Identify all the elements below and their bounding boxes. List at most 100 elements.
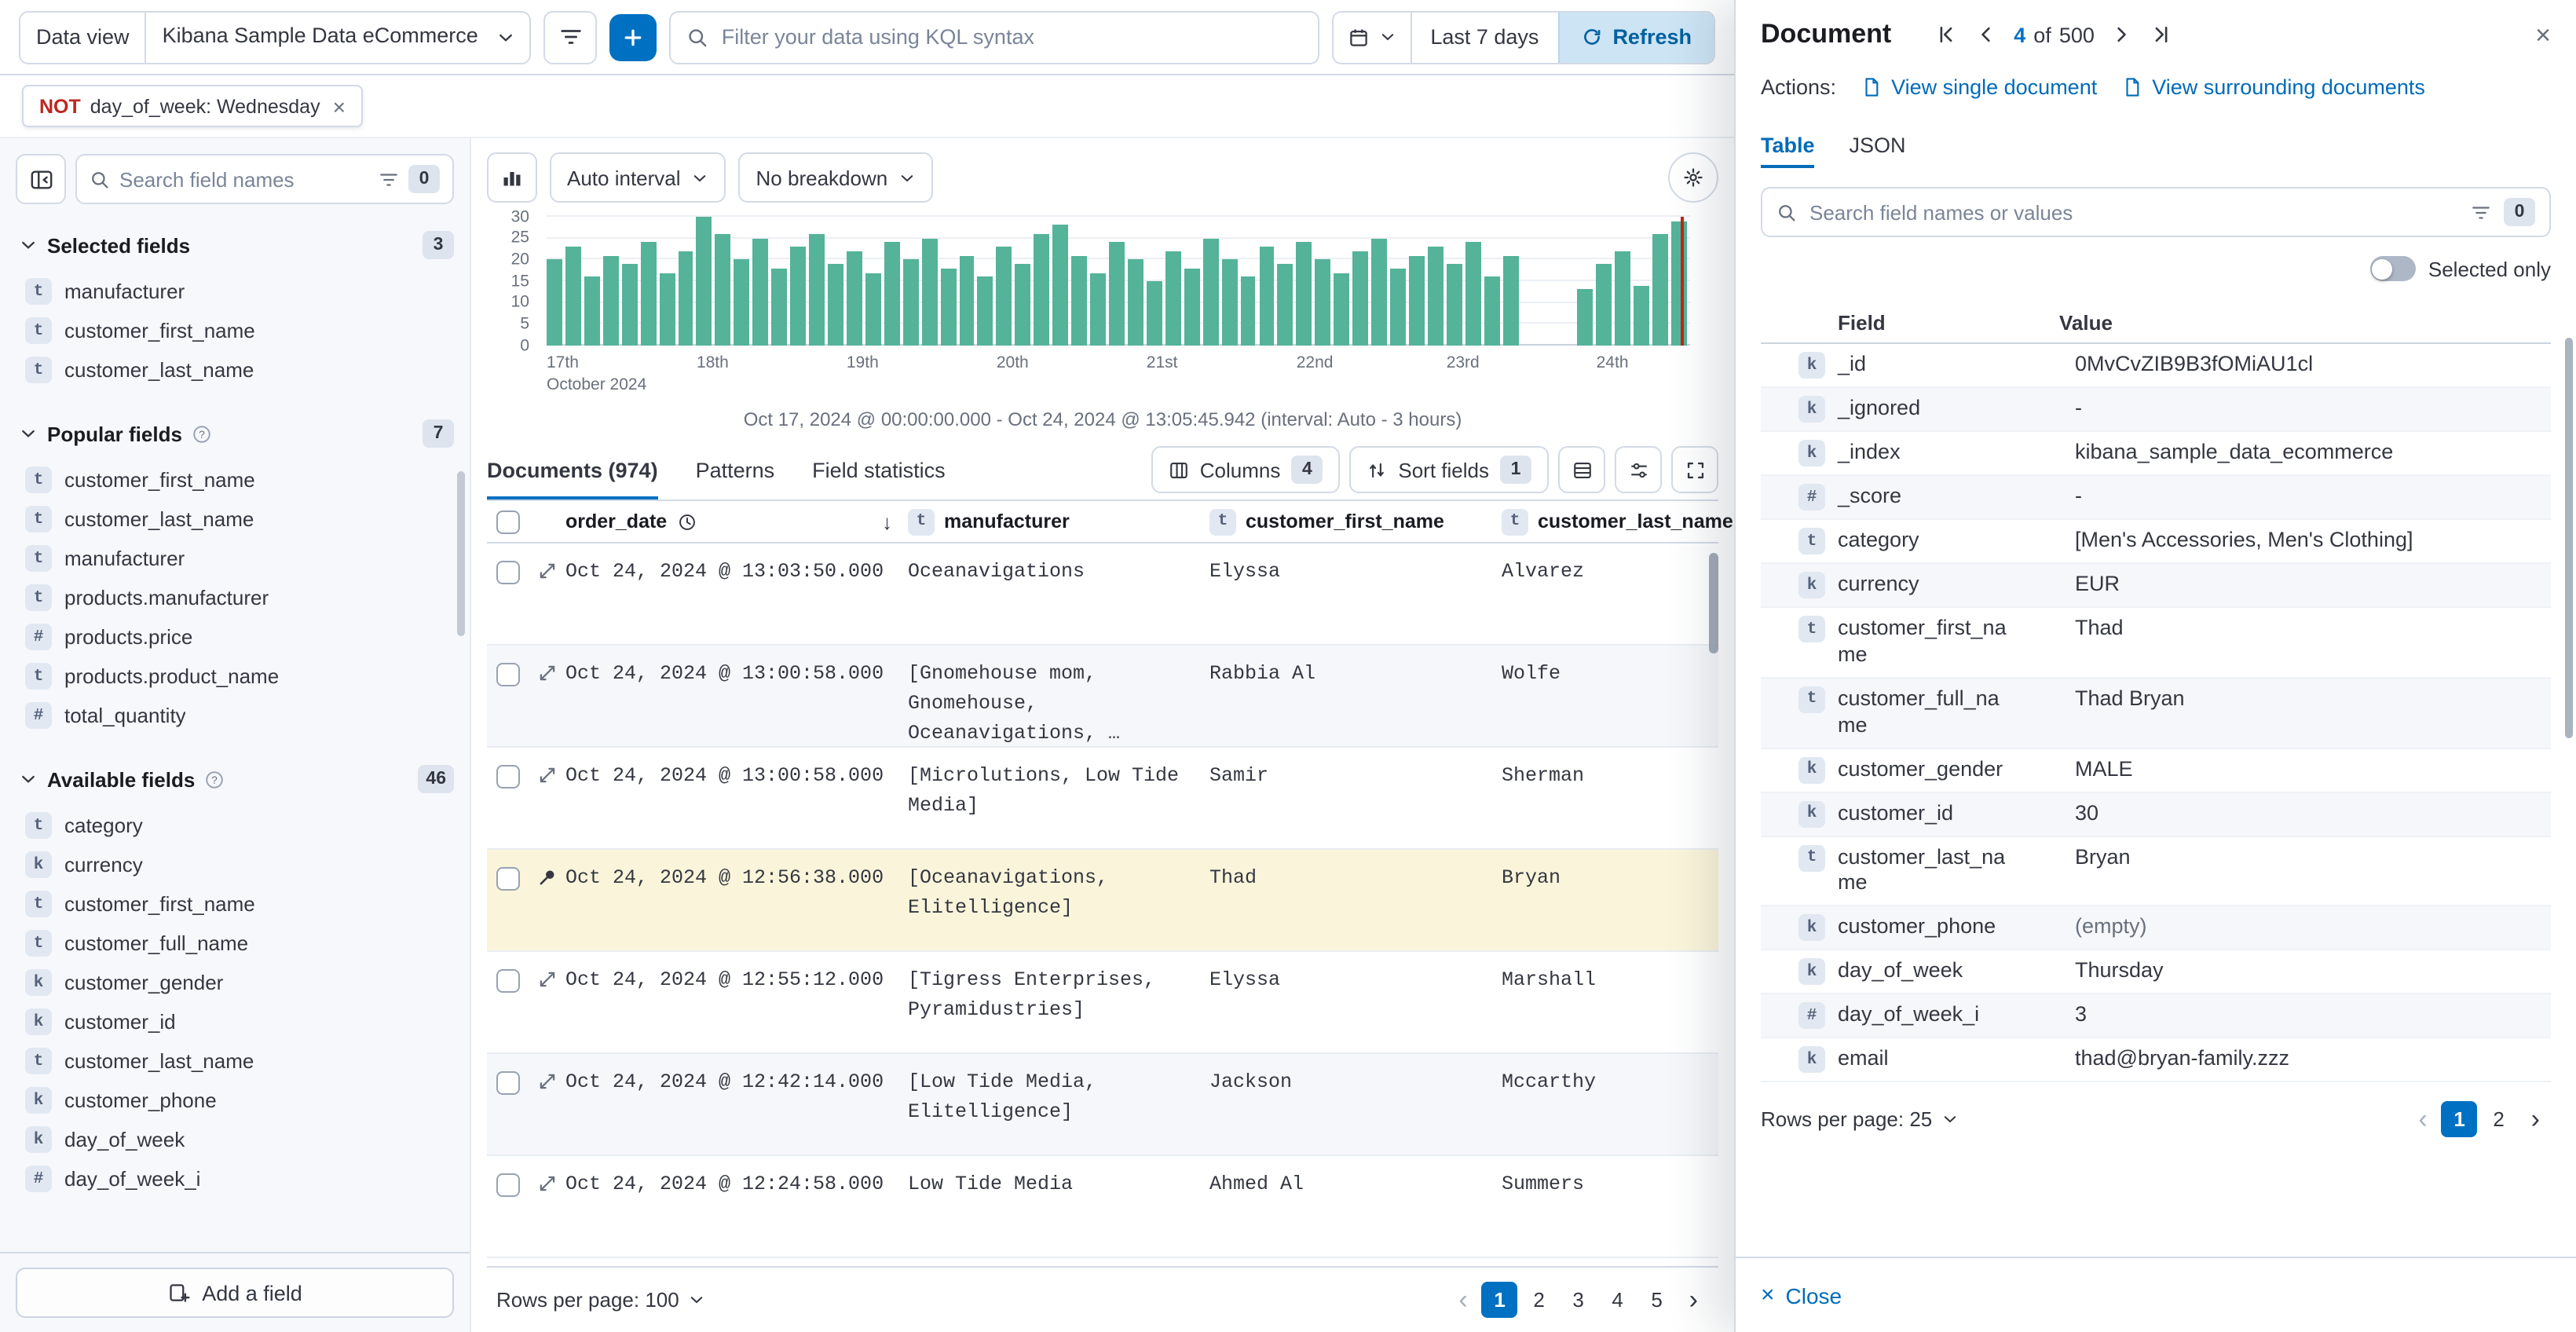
previous-document-button[interactable]: [1974, 24, 1996, 46]
row-checkbox[interactable]: [496, 1173, 519, 1197]
pagination-next-button[interactable]: ›: [2520, 1107, 2551, 1133]
doc-field-cell[interactable]: tcustomer_last_name: [1761, 844, 2059, 898]
tab-field-statistics[interactable]: Field statistics: [812, 440, 946, 500]
doc-field-cell[interactable]: kcustomer_phone: [1761, 915, 2059, 942]
select-all-checkbox[interactable]: [487, 510, 528, 533]
column-header-manufacturer[interactable]: t manufacturer: [908, 508, 1209, 535]
field-item[interactable]: tcustomer_last_name: [19, 350, 454, 390]
expand-document-button[interactable]: [536, 1071, 557, 1092]
filter-icon-button[interactable]: [544, 10, 598, 64]
field-item[interactable]: #products.price: [19, 617, 454, 657]
row-density-button[interactable]: [1558, 446, 1605, 493]
pagination-page-2[interactable]: 2: [1521, 1282, 1557, 1318]
close-flyout-button[interactable]: × Close: [1761, 1282, 1842, 1308]
pagination-page-3[interactable]: 3: [1561, 1282, 1597, 1318]
doc-field-cell[interactable]: k_index: [1761, 440, 2059, 467]
add-field-button[interactable]: Add a field: [16, 1268, 454, 1318]
doc-field-cell[interactable]: kday_of_week: [1761, 959, 2059, 986]
pagination-page-4[interactable]: 4: [1600, 1282, 1636, 1318]
collapse-sidebar-button[interactable]: [16, 154, 66, 204]
chart-options-button[interactable]: [1668, 152, 1718, 203]
next-document-button[interactable]: [2112, 24, 2134, 46]
field-group-header[interactable]: Popular fields?7: [19, 415, 454, 452]
doc-field-cell[interactable]: tcategory: [1761, 528, 2059, 554]
field-item[interactable]: tproducts.manufacturer: [19, 578, 454, 617]
doc-field-cell[interactable]: #day_of_week_i: [1761, 1003, 2059, 1030]
expand-document-button[interactable]: [536, 1173, 557, 1194]
view-surrounding-documents-link[interactable]: View surrounding documents: [2122, 75, 2425, 99]
flyout-scrollbar[interactable]: [2565, 338, 2573, 738]
remove-filter-icon[interactable]: ×: [333, 95, 346, 117]
row-checkbox[interactable]: [496, 867, 519, 891]
row-checkbox[interactable]: [496, 969, 519, 993]
expand-document-button[interactable]: [536, 969, 557, 990]
field-item[interactable]: tcustomer_last_name: [19, 500, 454, 539]
sort-descending-icon[interactable]: ↓: [882, 510, 892, 533]
pagination-previous-button[interactable]: ‹: [2407, 1107, 2438, 1133]
row-checkbox[interactable]: [496, 561, 519, 584]
field-item[interactable]: kcustomer_phone: [19, 1081, 454, 1120]
tab-documents[interactable]: Documents (974): [487, 440, 658, 500]
sidebar-scrollbar[interactable]: [457, 471, 465, 636]
last-document-button[interactable]: [2151, 24, 2173, 46]
add-filter-button[interactable]: [610, 13, 657, 60]
field-search-input[interactable]: Search field names 0: [75, 154, 454, 204]
field-item[interactable]: tcustomer_last_name: [19, 1041, 454, 1081]
chart-visibility-button[interactable]: [487, 152, 537, 203]
doc-field-search-input[interactable]: Search field names or values 0: [1761, 187, 2551, 237]
checkbox[interactable]: [496, 510, 519, 533]
doc-field-cell[interactable]: kcurrency: [1761, 572, 2059, 598]
field-item[interactable]: tcustomer_first_name: [19, 311, 454, 350]
grid-settings-button[interactable]: [1615, 446, 1662, 493]
column-header-customer-last-name[interactable]: t customer_last_name: [1502, 508, 1718, 535]
field-group-header[interactable]: Selected fields3: [19, 226, 454, 264]
sort-fields-button[interactable]: Sort fields 1: [1349, 446, 1549, 493]
field-item[interactable]: tcustomer_first_name: [19, 460, 454, 500]
doc-field-cell[interactable]: tcustomer_first_name: [1761, 616, 2059, 669]
field-item[interactable]: tcustomer_first_name: [19, 884, 454, 924]
doc-field-cell[interactable]: kcustomer_gender: [1761, 756, 2059, 783]
tab-table[interactable]: Table: [1761, 121, 1815, 168]
filter-pill-not-day-of-week[interactable]: NOT day_of_week: Wednesday ×: [22, 85, 363, 127]
kql-search-input[interactable]: Filter your data using KQL syntax: [670, 10, 1319, 64]
pagination-next-button[interactable]: ›: [1678, 1286, 1709, 1313]
field-item[interactable]: tproducts.product_name: [19, 657, 454, 696]
field-item[interactable]: kday_of_week: [19, 1120, 454, 1159]
view-single-document-link[interactable]: View single document: [1861, 75, 2097, 99]
expand-document-button[interactable]: [536, 663, 557, 683]
field-item[interactable]: #day_of_week_i: [19, 1159, 454, 1198]
row-checkbox[interactable]: [496, 663, 519, 686]
field-group-header[interactable]: Available fields?46: [19, 760, 454, 798]
tab-json[interactable]: JSON: [1850, 121, 1906, 168]
rows-per-page-button[interactable]: Rows per page: 100: [496, 1288, 706, 1312]
pagination-page-1[interactable]: 1: [1482, 1282, 1518, 1318]
close-flyout-icon[interactable]: ×: [2535, 21, 2551, 48]
field-item[interactable]: kcustomer_gender: [19, 963, 454, 1002]
pagination-page-5[interactable]: 5: [1639, 1282, 1675, 1318]
field-item[interactable]: tmanufacturer: [19, 539, 454, 578]
doc-field-cell[interactable]: kcustomer_id: [1761, 800, 2059, 827]
field-item[interactable]: tcategory: [19, 806, 454, 845]
doc-field-cell[interactable]: kemail: [1761, 1047, 2059, 1074]
date-picker-button[interactable]: [1333, 12, 1411, 62]
columns-button[interactable]: Columns 4: [1151, 446, 1341, 493]
field-item[interactable]: tmanufacturer: [19, 272, 454, 311]
field-item[interactable]: kcustomer_id: [19, 1002, 454, 1041]
grid-scrollbar[interactable]: [1709, 553, 1718, 653]
doc-rows-per-page-button[interactable]: Rows per page: 25: [1761, 1108, 1959, 1132]
doc-field-cell[interactable]: #_score: [1761, 484, 2059, 510]
breakdown-select[interactable]: No breakdown: [739, 152, 934, 203]
doc-field-cell[interactable]: k_ignored: [1761, 396, 2059, 423]
selected-only-toggle[interactable]: [2370, 256, 2416, 281]
pinned-document-icon[interactable]: [536, 867, 557, 887]
column-header-customer-first-name[interactable]: t customer_first_name: [1209, 508, 1502, 535]
pagination-page-2[interactable]: 2: [2481, 1102, 2517, 1138]
refresh-button[interactable]: Refresh: [1557, 12, 1714, 62]
column-header-order-date[interactable]: order_date ↓: [565, 510, 908, 533]
fullscreen-button[interactable]: [1671, 446, 1718, 493]
expand-document-button[interactable]: [536, 561, 557, 581]
tab-patterns[interactable]: Patterns: [696, 440, 775, 500]
pagination-previous-button[interactable]: ‹: [1447, 1286, 1478, 1313]
doc-field-cell[interactable]: tcustomer_full_name: [1761, 686, 2059, 740]
field-item[interactable]: tcustomer_full_name: [19, 924, 454, 963]
